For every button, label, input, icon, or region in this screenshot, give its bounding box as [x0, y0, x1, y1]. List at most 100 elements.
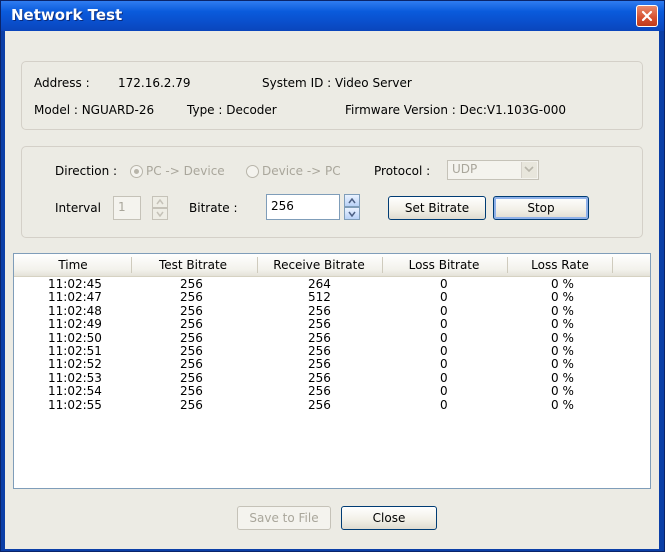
direction-option-pc-to-device: PC -> Device	[146, 164, 225, 178]
results-table[interactable]: Time Test Bitrate Receive Bitrate Loss B…	[13, 253, 651, 489]
protocol-value: UDP	[452, 162, 478, 176]
table-row[interactable]: 11:02:54 256 256 0 0 %	[14, 384, 650, 399]
cell-loss-bitrate: 0	[440, 397, 448, 412]
column-divider[interactable]	[612, 257, 613, 273]
save-to-file-button[interactable]: Save to File	[237, 506, 331, 530]
interval-down-button[interactable]	[152, 208, 168, 220]
table-row[interactable]: 11:02:48 256 256 0 0 %	[14, 303, 650, 318]
cell-loss-rate: 0 %	[551, 303, 574, 318]
bitrate-input[interactable]: 256	[266, 194, 340, 220]
table-row[interactable]: 11:02:51 256 256 0 0 %	[14, 343, 650, 358]
table-row[interactable]: 11:02:50 256 256 0 0 %	[14, 330, 650, 345]
bitrate-label: Bitrate :	[189, 201, 238, 215]
dialog-body: Address : 172.16.2.79 System ID : Video …	[5, 31, 659, 549]
table-row[interactable]: 11:02:52 256 256 0 0 %	[14, 357, 650, 372]
interval-input[interactable]: 1	[113, 196, 141, 220]
bitrate-spinner[interactable]	[344, 194, 360, 220]
cell-time: 11:02:51	[48, 343, 102, 358]
address-value: 172.16.2.79	[118, 76, 191, 90]
cell-receive-bitrate: 256	[308, 397, 331, 412]
cell-loss-bitrate: 0	[440, 277, 448, 291]
address-label: Address :	[34, 76, 90, 90]
cell-receive-bitrate: 256	[308, 343, 331, 358]
cell-time: 11:02:54	[48, 384, 102, 399]
column-header-time[interactable]: Time	[18, 257, 128, 273]
interval-label: Interval	[55, 201, 101, 215]
type-text: Type : Decoder	[187, 103, 277, 117]
model-text: Model : NGUARD-26	[34, 103, 155, 117]
column-header-test-bitrate[interactable]: Test Bitrate	[132, 257, 254, 273]
table-row[interactable]: 11:02:45 256 264 0 0 %	[14, 277, 650, 291]
cell-receive-bitrate: 256	[308, 384, 331, 399]
cell-test-bitrate: 256	[180, 290, 203, 305]
cell-loss-rate: 0 %	[551, 330, 574, 345]
cell-time: 11:02:49	[48, 317, 102, 332]
protocol-select[interactable]: UDP	[447, 160, 539, 180]
column-header-loss-bitrate[interactable]: Loss Bitrate	[383, 257, 505, 273]
arrow-up-icon	[156, 199, 164, 205]
table-row[interactable]: 11:02:53 256 256 0 0 %	[14, 370, 650, 385]
cell-receive-bitrate: 256	[308, 303, 331, 318]
cell-time: 11:02:47	[48, 290, 102, 305]
cell-test-bitrate: 256	[180, 277, 203, 291]
chevron-down-icon	[521, 162, 537, 178]
test-settings-group: Direction : PC -> Device Device -> PC Pr…	[21, 146, 643, 238]
cell-loss-rate: 0 %	[551, 357, 574, 372]
close-icon	[641, 10, 653, 22]
cell-loss-bitrate: 0	[440, 303, 448, 318]
stop-button[interactable]: Stop	[493, 196, 589, 220]
cell-time: 11:02:55	[48, 397, 102, 412]
direction-radio-device-to-pc[interactable]	[246, 165, 259, 178]
table-body: 11:02:45 256 264 0 0 % 11:02:47 256 512 0 0 % 11…	[14, 277, 650, 412]
interval-spinner[interactable]	[152, 196, 168, 220]
cell-loss-bitrate: 0	[440, 330, 448, 345]
column-header-receive-bitrate[interactable]: Receive Bitrate	[258, 257, 380, 273]
bitrate-down-button[interactable]	[344, 207, 360, 220]
bitrate-value: 256	[271, 199, 294, 213]
radio-selected-dot	[134, 169, 139, 174]
cell-time: 11:02:53	[48, 370, 102, 385]
set-bitrate-button[interactable]: Set Bitrate	[388, 196, 486, 220]
cell-test-bitrate: 256	[180, 370, 203, 385]
device-info-group: Address : 172.16.2.79 System ID : Video …	[21, 61, 643, 130]
protocol-label: Protocol :	[374, 164, 431, 178]
cell-receive-bitrate: 264	[308, 277, 331, 291]
column-header-loss-rate[interactable]: Loss Rate	[508, 257, 612, 273]
table-row[interactable]: 11:02:49 256 256 0 0 %	[14, 317, 650, 332]
cell-loss-rate: 0 %	[551, 384, 574, 399]
arrow-up-icon	[348, 197, 356, 203]
interval-up-button[interactable]	[152, 196, 168, 208]
firmware-text: Firmware Version : Dec:V1.103G-000	[345, 103, 566, 117]
cell-loss-rate: 0 %	[551, 397, 574, 412]
cell-loss-rate: 0 %	[551, 277, 574, 291]
interval-value: 1	[118, 200, 126, 214]
table-row[interactable]: 11:02:55 256 256 0 0 %	[14, 397, 650, 412]
cell-test-bitrate: 256	[180, 343, 203, 358]
cell-loss-bitrate: 0	[440, 357, 448, 372]
table-header: Time Test Bitrate Receive Bitrate Loss B…	[14, 254, 650, 277]
cell-loss-bitrate: 0	[440, 384, 448, 399]
close-window-button[interactable]	[636, 5, 658, 27]
cell-loss-bitrate: 0	[440, 343, 448, 358]
close-button[interactable]: Close	[341, 506, 437, 530]
system-id-text: System ID : Video Server	[262, 76, 412, 90]
cell-receive-bitrate: 256	[308, 370, 331, 385]
cell-loss-rate: 0 %	[551, 317, 574, 332]
cell-loss-rate: 0 %	[551, 343, 574, 358]
cell-loss-rate: 0 %	[551, 370, 574, 385]
table-row[interactable]: 11:02:47 256 512 0 0 %	[14, 290, 650, 305]
cell-test-bitrate: 256	[180, 384, 203, 399]
window-title: Network Test	[11, 6, 123, 24]
cell-receive-bitrate: 256	[308, 357, 331, 372]
cell-test-bitrate: 256	[180, 330, 203, 345]
title-bar[interactable]: Network Test	[1, 1, 664, 31]
cell-time: 11:02:50	[48, 330, 102, 345]
arrow-down-icon	[156, 211, 164, 217]
cell-test-bitrate: 256	[180, 317, 203, 332]
bitrate-up-button[interactable]	[344, 194, 360, 207]
cell-loss-rate: 0 %	[551, 290, 574, 305]
cell-receive-bitrate: 256	[308, 330, 331, 345]
direction-radio-pc-to-device[interactable]	[130, 165, 143, 178]
cell-test-bitrate: 256	[180, 303, 203, 318]
cell-loss-bitrate: 0	[440, 290, 448, 305]
